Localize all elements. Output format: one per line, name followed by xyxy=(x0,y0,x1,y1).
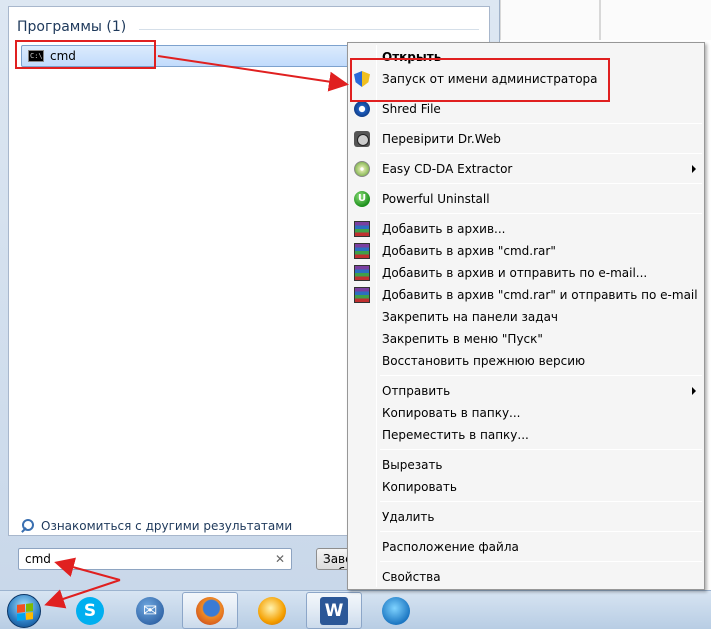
menu-item-cut[interactable]: Вырезать xyxy=(348,455,704,475)
menu-item-easy-cd-da[interactable]: Easy CD-DA Extractor xyxy=(348,159,704,179)
media-player-icon xyxy=(258,596,286,625)
menu-item-label: Powerful Uninstall xyxy=(382,192,490,206)
taskbar: S ✉ W xyxy=(0,590,711,629)
menu-item-label: Копировать xyxy=(382,480,457,494)
search-value: cmd xyxy=(25,552,51,566)
menu-item-copy[interactable]: Копировать xyxy=(348,477,704,497)
winrar-icon xyxy=(354,287,370,303)
taskbar-media-player[interactable] xyxy=(244,592,300,629)
winrar-icon xyxy=(354,221,370,237)
menu-item-label: Закрепить в меню "Пуск" xyxy=(382,332,543,346)
word-icon: W xyxy=(320,596,348,625)
menu-item-add-to-cmd-rar[interactable]: Добавить в архив "cmd.rar" xyxy=(348,241,704,261)
menu-item-label: Закрепить на панели задач xyxy=(382,310,559,324)
more-results-label: Ознакомиться с другими результатами xyxy=(41,519,293,533)
more-results-link[interactable]: Ознакомиться с другими результатами xyxy=(21,519,292,533)
menu-item-label: Добавить в архив "cmd.rar" xyxy=(382,244,556,258)
menu-item-send-to[interactable]: Отправить xyxy=(348,381,704,401)
clear-icon[interactable]: ✕ xyxy=(275,552,285,566)
menu-separator xyxy=(380,501,702,502)
cd-icon xyxy=(354,161,370,177)
windows-logo-icon xyxy=(7,593,41,628)
winrar-icon xyxy=(354,265,370,281)
menu-separator xyxy=(380,449,702,450)
menu-item-move-to-folder[interactable]: Переместить в папку... xyxy=(348,425,704,445)
menu-item-pin-taskbar[interactable]: Закрепить на панели задач xyxy=(348,307,704,327)
menu-item-file-location[interactable]: Расположение файла xyxy=(348,537,704,557)
context-menu: Открыть Запуск от имени администратора S… xyxy=(347,42,705,590)
menu-separator xyxy=(380,531,702,532)
highlight-box-run-as-admin xyxy=(350,58,610,102)
menu-item-add-to-archive[interactable]: Добавить в архив... xyxy=(348,219,704,239)
menu-item-label: Добавить в архив "cmd.rar" и отправить п… xyxy=(382,288,698,302)
menu-item-label: Вырезать xyxy=(382,458,443,472)
firefox-icon xyxy=(196,596,224,625)
taskbar-thunderbird[interactable]: ✉ xyxy=(122,592,178,629)
menu-item-label: Добавить в архив и отправить по e-mail..… xyxy=(382,266,648,280)
menu-item-label: Восстановить прежнюю версию xyxy=(382,354,586,368)
app-icon xyxy=(382,596,410,625)
menu-item-delete[interactable]: Удалить xyxy=(348,507,704,527)
menu-separator xyxy=(380,153,702,154)
taskbar-skype[interactable]: S xyxy=(62,592,118,629)
desktop-window-fragment xyxy=(500,0,600,40)
menu-item-drweb[interactable]: Перевірити Dr.Web xyxy=(348,129,704,149)
menu-item-label: Удалить xyxy=(382,510,435,524)
menu-item-label: Отправить xyxy=(382,384,451,398)
menu-separator xyxy=(380,183,702,184)
menu-item-label: Перевірити Dr.Web xyxy=(382,132,501,146)
menu-separator xyxy=(380,375,702,376)
menu-separator xyxy=(380,123,702,124)
divider xyxy=(139,29,479,30)
menu-item-pin-start[interactable]: Закрепить в меню "Пуск" xyxy=(348,329,704,349)
submenu-arrow-icon xyxy=(692,387,696,395)
menu-item-shred-file[interactable]: Shred File xyxy=(348,99,704,119)
taskbar-firefox[interactable] xyxy=(182,592,238,629)
menu-item-cmd-rar-and-email[interactable]: Добавить в архив "cmd.rar" и отправить п… xyxy=(348,285,704,305)
thunderbird-icon: ✉ xyxy=(136,596,164,625)
menu-item-copy-to-folder[interactable]: Копировать в папку... xyxy=(348,403,704,423)
menu-item-archive-and-email[interactable]: Добавить в архив и отправить по e-mail..… xyxy=(348,263,704,283)
menu-item-label: Свойства xyxy=(382,570,441,584)
uninstall-icon: U xyxy=(354,191,370,207)
shred-file-icon xyxy=(354,101,370,117)
desktop-window-fragment xyxy=(600,0,711,40)
menu-item-label: Добавить в архив... xyxy=(382,222,506,236)
menu-separator xyxy=(380,561,702,562)
menu-separator xyxy=(380,213,702,214)
drweb-icon xyxy=(354,131,370,147)
search-input[interactable]: cmd ✕ xyxy=(18,548,292,570)
start-button[interactable] xyxy=(4,592,44,629)
menu-item-label: Расположение файла xyxy=(382,540,519,554)
search-icon xyxy=(21,519,35,533)
menu-item-label: Shred File xyxy=(382,102,441,116)
menu-item-label: Easy CD-DA Extractor xyxy=(382,162,513,176)
menu-item-label: Копировать в папку... xyxy=(382,406,521,420)
menu-item-powerful-uninstall[interactable]: U Powerful Uninstall xyxy=(348,189,704,209)
menu-item-restore-previous[interactable]: Восстановить прежнюю версию xyxy=(348,351,704,371)
taskbar-app[interactable] xyxy=(368,592,424,629)
menu-item-label: Переместить в папку... xyxy=(382,428,529,442)
submenu-arrow-icon xyxy=(692,165,696,173)
programs-header: Программы (1) xyxy=(17,19,127,35)
menu-item-properties[interactable]: Свойства xyxy=(348,567,704,587)
winrar-icon xyxy=(354,243,370,259)
taskbar-word[interactable]: W xyxy=(306,592,362,629)
skype-icon: S xyxy=(76,596,104,625)
highlight-box-cmd xyxy=(15,40,156,69)
